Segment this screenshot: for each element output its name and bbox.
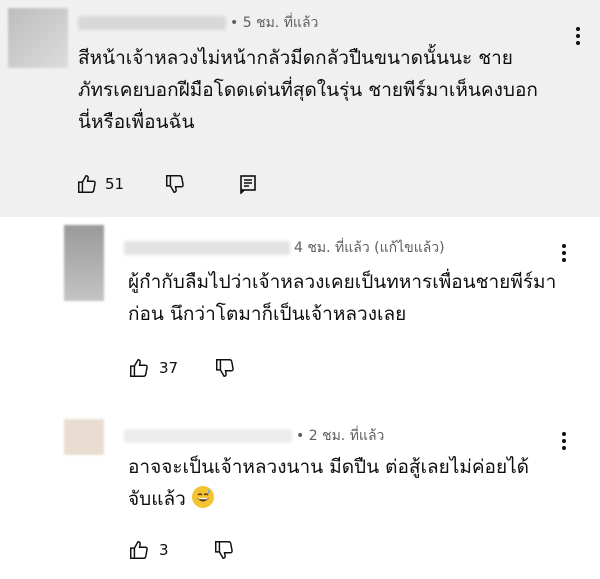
avatar[interactable] xyxy=(8,8,68,68)
reply-comment: 4 ชม. ที่แล้ว (แก้ไขแล้ว) ผู้กำกับลืมไปว… xyxy=(0,217,600,407)
comment-actions: 3 xyxy=(128,539,235,561)
grinning-sweat-emoji xyxy=(191,486,214,508)
dislike-icon[interactable] xyxy=(164,173,186,195)
avatar[interactable] xyxy=(64,419,104,455)
author-name-redacted[interactable] xyxy=(78,16,226,30)
more-vert-icon[interactable] xyxy=(554,427,574,455)
timestamp[interactable]: • 2 ชม. ที่แล้ว xyxy=(296,425,384,447)
more-vert-icon[interactable] xyxy=(568,22,588,50)
dislike-icon[interactable] xyxy=(214,357,236,379)
reply-icon[interactable] xyxy=(238,174,258,194)
like-count: 51 xyxy=(105,175,125,193)
comment-text-content: อาจจะเป็นเจ้าหลวงนาน มีดปืน ต่อสู้เลยไม่… xyxy=(128,456,529,510)
more-vert-icon[interactable] xyxy=(554,239,574,267)
avatar[interactable] xyxy=(64,225,104,301)
author-name-redacted[interactable] xyxy=(124,241,290,255)
timestamp[interactable]: • 5 ชม. ที่แล้ว xyxy=(230,12,318,34)
dislike-icon[interactable] xyxy=(213,539,235,561)
comment-actions: 37 xyxy=(128,357,236,379)
comment-text: สีหน้าเจ้าหลวงไม่หน้ากลัวมีดกลัวปืนขนาดน… xyxy=(78,47,538,133)
comment-text: ผู้กำกับลืมไปว่าเจ้าหลวงเคยเป็นทหารเพื่อ… xyxy=(128,271,557,325)
comment-text: อาจจะเป็นเจ้าหลวงนาน มีดปืน ต่อสู้เลยไม่… xyxy=(128,451,538,515)
like-icon[interactable] xyxy=(128,357,150,379)
comment-thread-highlighted: • 5 ชม. ที่แล้ว สีหน้าเจ้าหลวงไม่หน้ากลั… xyxy=(0,0,600,217)
comment-actions: 51 xyxy=(76,173,258,195)
like-count: 37 xyxy=(159,359,179,377)
comment-header: 4 ชม. ที่แล้ว (แก้ไขแล้ว) xyxy=(124,237,445,259)
comment-header: • 5 ชม. ที่แล้ว xyxy=(78,12,318,34)
like-icon[interactable] xyxy=(128,539,150,561)
author-name-redacted[interactable] xyxy=(124,429,292,443)
like-icon[interactable] xyxy=(76,173,98,195)
comment-header: • 2 ชม. ที่แล้ว xyxy=(124,425,384,447)
like-count: 3 xyxy=(159,541,169,559)
timestamp[interactable]: 4 ชม. ที่แล้ว (แก้ไขแล้ว) xyxy=(294,237,445,259)
reply-comment: • 2 ชม. ที่แล้ว อาจจะเป็นเจ้าหลวงนาน มีด… xyxy=(0,407,600,579)
